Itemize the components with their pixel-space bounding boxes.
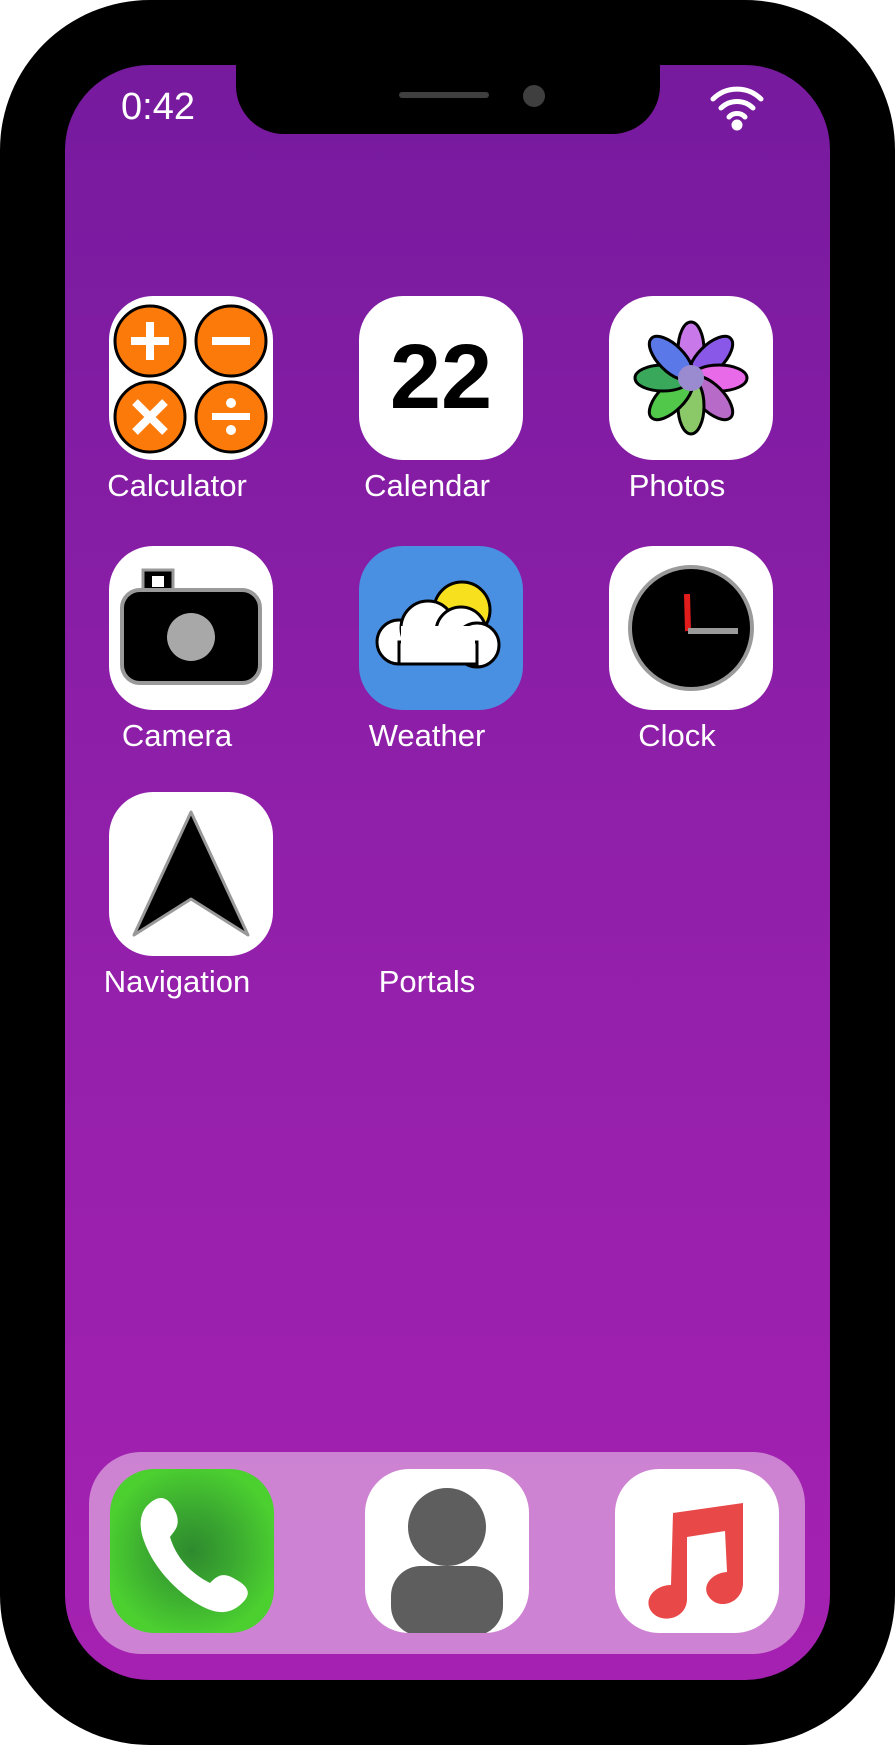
app-label: Clock <box>638 718 716 753</box>
photos-icon[interactable] <box>609 296 773 460</box>
app-label: Portals <box>378 964 476 999</box>
app-navigation[interactable]: Navigation <box>74 792 274 1022</box>
speaker <box>399 92 489 98</box>
app-calculator[interactable]: Calculator <box>74 296 274 526</box>
clock-icon[interactable] <box>609 546 773 710</box>
calculator-icon[interactable] <box>109 296 273 460</box>
home-screen: 0:42 Calculator 22 Calendar Photos Camer… <box>65 65 830 1680</box>
dock <box>89 1452 805 1654</box>
app-clock[interactable]: Clock <box>574 546 774 776</box>
app-label: Camera <box>121 718 233 753</box>
status-time: 0:42 <box>121 86 195 128</box>
camera-icon[interactable] <box>109 546 273 710</box>
app-camera[interactable]: Camera <box>74 546 274 776</box>
app-label: Calendar <box>364 468 490 503</box>
phone-icon[interactable] <box>110 1469 274 1633</box>
calendar-icon[interactable]: 22 <box>359 296 523 460</box>
contacts-icon[interactable] <box>365 1469 529 1633</box>
app-label: Photos <box>628 468 726 503</box>
wifi-icon <box>710 86 764 131</box>
phone-frame: 0:42 Calculator 22 Calendar Photos Camer… <box>0 0 895 1745</box>
weather-icon[interactable] <box>359 546 523 710</box>
app-label: Weather <box>368 718 486 753</box>
app-label: Navigation <box>103 964 251 999</box>
app-portals[interactable]: Portals <box>324 792 524 1022</box>
calendar-date: 22 <box>390 326 492 428</box>
front-camera <box>523 85 545 107</box>
app-photos[interactable]: Photos <box>574 296 774 526</box>
navigation-icon[interactable] <box>109 792 273 956</box>
music-icon[interactable] <box>615 1469 779 1633</box>
notch <box>236 65 660 134</box>
app-calendar[interactable]: 22 Calendar <box>324 296 524 526</box>
app-weather[interactable]: Weather <box>324 546 524 776</box>
app-label: Calculator <box>107 468 247 503</box>
